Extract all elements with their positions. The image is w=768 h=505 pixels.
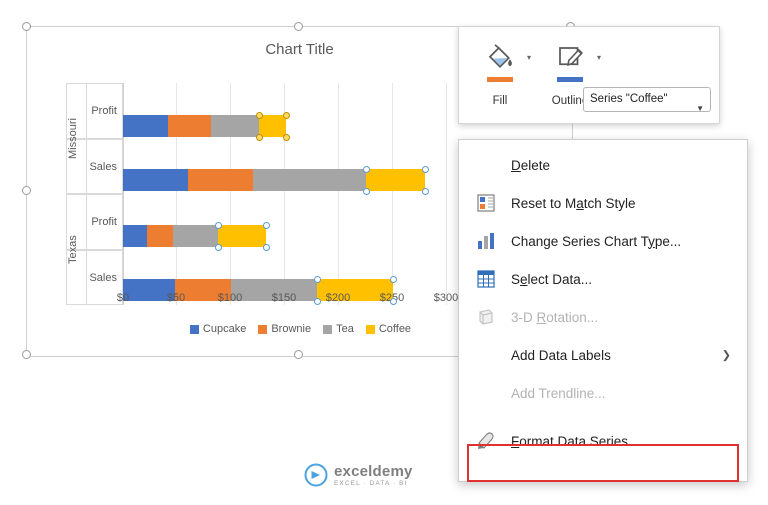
menu-item-label: Reset to Match Style bbox=[511, 195, 636, 211]
menu-item-label: 3-D Rotation... bbox=[511, 309, 599, 325]
group-label-texas: Texas bbox=[67, 235, 79, 264]
watermark-brand: exceldemy bbox=[334, 463, 413, 480]
bar-segment-tea[interactable] bbox=[211, 115, 259, 137]
bar-segment-cupcake[interactable] bbox=[123, 115, 168, 137]
value-axis-tick: $150 bbox=[271, 292, 297, 304]
series-selection-handle[interactable] bbox=[363, 188, 370, 195]
bar-segment-tea[interactable] bbox=[253, 169, 366, 191]
menu-item-select-data[interactable]: Select Data... bbox=[459, 260, 747, 298]
category-label: Sales bbox=[89, 161, 117, 173]
bar-segment-coffee[interactable] bbox=[259, 115, 286, 137]
menu-item-label: Select Data... bbox=[511, 271, 593, 287]
series-selection-handle[interactable] bbox=[363, 166, 370, 173]
legend-swatch-icon bbox=[258, 324, 268, 334]
outline-chevron-down-icon[interactable]: ▾ bbox=[597, 53, 601, 62]
series-select-dropdown[interactable]: Series "Coffee" ▼ bbox=[583, 87, 711, 112]
change-chart-type-icon bbox=[475, 230, 497, 252]
legend-item-tea[interactable]: Tea bbox=[323, 323, 354, 335]
chevron-right-icon: ❯ bbox=[721, 349, 731, 362]
menu-item-3d-rotation: 3-D Rotation... bbox=[459, 298, 747, 336]
menu-item-label: Change Series Chart Type... bbox=[511, 233, 682, 249]
bar-segment-brownie[interactable] bbox=[168, 115, 211, 137]
menu-item-change-series-chart-type[interactable]: Change Series Chart Type... bbox=[459, 222, 747, 260]
series-selection-handle[interactable] bbox=[256, 134, 263, 141]
fill-color-bar bbox=[487, 77, 513, 82]
legend-label: Brownie bbox=[271, 323, 312, 335]
category-label: Sales bbox=[89, 272, 117, 284]
fill-chevron-down-icon[interactable]: ▾ bbox=[527, 53, 531, 62]
select-data-icon bbox=[475, 268, 497, 290]
context-menu[interactable]: Delete Reset to Match Style Change Serie… bbox=[458, 139, 748, 482]
menu-item-label: Delete bbox=[511, 157, 551, 173]
legend-item-brownie[interactable]: Brownie bbox=[258, 323, 311, 335]
bar-segment-coffee[interactable] bbox=[218, 225, 266, 247]
series-selection-handle[interactable] bbox=[422, 166, 429, 173]
category-label: Profit bbox=[91, 216, 117, 228]
chart-resize-handle-w[interactable] bbox=[22, 186, 31, 195]
gridline bbox=[338, 83, 339, 305]
bar-segment-cupcake[interactable] bbox=[123, 225, 147, 247]
series-selection-handle[interactable] bbox=[314, 276, 321, 283]
series-selection-handle[interactable] bbox=[215, 244, 222, 251]
outline-color-bar bbox=[557, 77, 583, 82]
value-axis-tick: $100 bbox=[217, 292, 243, 304]
outline-pen-icon bbox=[559, 47, 584, 67]
gridline bbox=[446, 83, 447, 305]
chart-resize-handle-s[interactable] bbox=[294, 350, 303, 359]
bar-segment-brownie[interactable] bbox=[188, 169, 253, 191]
bar-segment-brownie[interactable] bbox=[147, 225, 173, 247]
series-selection-handle[interactable] bbox=[314, 298, 321, 305]
category-label: Profit bbox=[91, 105, 117, 117]
chart-legend[interactable]: Cupcake Brownie Tea Coffee bbox=[123, 323, 478, 335]
chart-resize-handle-sw[interactable] bbox=[22, 350, 31, 359]
value-axis-tick: $50 bbox=[166, 292, 186, 304]
series-selection-handle[interactable] bbox=[390, 298, 397, 305]
menu-item-label: Add Data Labels bbox=[511, 347, 611, 363]
menu-item-label: Add Trendline... bbox=[511, 385, 606, 401]
legend-label: Tea bbox=[336, 323, 354, 335]
chart-resize-handle-n[interactable] bbox=[294, 22, 303, 31]
group-label-missouri: Missouri bbox=[67, 118, 79, 159]
highlight-box-format-data-series bbox=[467, 444, 739, 482]
rotation-3d-icon bbox=[475, 306, 497, 328]
menu-item-add-trendline: Add Trendline... bbox=[459, 374, 747, 412]
series-selection-handle[interactable] bbox=[256, 112, 263, 119]
legend-label: Coffee bbox=[378, 323, 412, 335]
bar-segment-cupcake[interactable] bbox=[123, 169, 188, 191]
bar-segment-coffee[interactable] bbox=[366, 169, 425, 191]
watermark-tagline: EXCEL · DATA · BI bbox=[334, 480, 408, 487]
legend-item-cupcake[interactable]: Cupcake bbox=[189, 323, 247, 335]
bar-segment-tea[interactable] bbox=[173, 225, 218, 247]
chart-resize-handle-nw[interactable] bbox=[22, 22, 31, 31]
series-select-value: Series "Coffee" bbox=[590, 93, 668, 105]
legend-swatch-icon bbox=[189, 324, 199, 334]
legend-swatch-icon bbox=[365, 324, 375, 334]
reset-style-icon bbox=[475, 192, 497, 214]
series-selection-handle[interactable] bbox=[263, 222, 270, 229]
fill-label: Fill bbox=[492, 95, 508, 107]
menu-item-delete[interactable]: Delete bbox=[459, 146, 747, 184]
watermark: exceldemy EXCEL · DATA · BI bbox=[304, 458, 489, 492]
legend-label: Cupcake bbox=[202, 323, 247, 335]
value-axis-tick: $200 bbox=[325, 292, 351, 304]
exceldemy-logo-icon bbox=[304, 463, 328, 487]
series-selection-handle[interactable] bbox=[390, 276, 397, 283]
legend-item-coffee[interactable]: Coffee bbox=[365, 323, 412, 335]
menu-item-reset-to-match-style[interactable]: Reset to Match Style bbox=[459, 184, 747, 222]
series-selection-handle[interactable] bbox=[422, 188, 429, 195]
fill-bucket-icon bbox=[488, 44, 512, 68]
value-axis-tick: $0 bbox=[116, 292, 130, 304]
series-selection-handle[interactable] bbox=[215, 222, 222, 229]
legend-swatch-icon bbox=[323, 324, 333, 334]
menu-item-add-data-labels[interactable]: Add Data Labels ❯ bbox=[459, 336, 747, 374]
series-selection-handle[interactable] bbox=[283, 112, 290, 119]
chevron-down-icon: ▼ bbox=[696, 104, 704, 112]
series-selection-handle[interactable] bbox=[283, 134, 290, 141]
mini-toolbar[interactable]: Fill ▾ Outline ▾ Series "Coffee" ▼ bbox=[458, 26, 720, 124]
fill-button[interactable]: Fill bbox=[469, 35, 531, 113]
series-selection-handle[interactable] bbox=[263, 244, 270, 251]
plot-area[interactable] bbox=[123, 83, 478, 305]
gridline bbox=[392, 83, 393, 305]
